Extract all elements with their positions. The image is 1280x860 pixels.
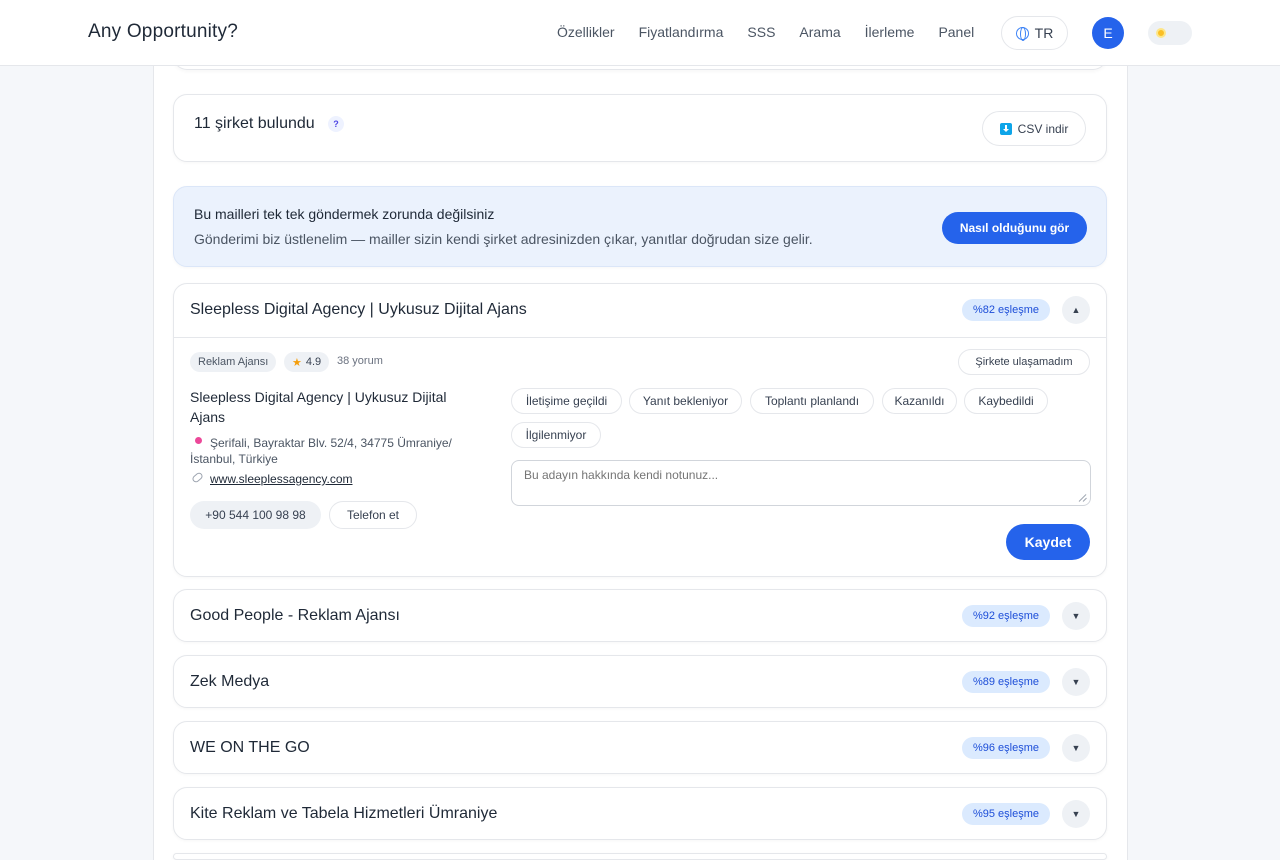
chevron-down-icon[interactable]: ▼ <box>1062 800 1090 828</box>
status-contacted[interactable]: İletişime geçildi <box>511 388 622 414</box>
globe-icon <box>1015 26 1029 41</box>
language-label: TR <box>1034 25 1054 41</box>
help-icon[interactable]: ? <box>328 116 344 132</box>
company-name: Good People - Reklam Ajansı <box>190 607 400 624</box>
company-card[interactable]: Good People - Reklam Ajansı %92 eşleşme … <box>173 589 1107 642</box>
promo-title: Bu mailleri tek tek göndermek zorunda de… <box>194 206 495 222</box>
save-button[interactable]: Kaydet <box>1006 524 1090 560</box>
status-meeting-scheduled[interactable]: Toplantı planlandı <box>750 388 874 414</box>
company-name: Kite Reklam ve Tabela Hizmetleri Ümraniy… <box>190 805 498 822</box>
divider <box>174 337 1106 338</box>
company-card-expanded: Sleepless Digital Agency | Uykusuz Dijit… <box>173 283 1107 577</box>
status-lost[interactable]: Kaybedildi <box>964 388 1048 414</box>
company-card[interactable]: WE ON THE GO %96 eşleşme ▼ <box>173 721 1107 774</box>
results-card: 11 şirket bulundu ? CSV indir <box>173 94 1107 162</box>
company-address: Şerifali, Bayraktar Blv. 52/4, 34775 Ümr… <box>190 436 452 466</box>
company-name: Sleepless Digital Agency | Uykusuz Dijit… <box>190 301 527 318</box>
status-not-interested[interactable]: İlgilenmiyor <box>511 422 601 448</box>
match-badge: %95 eşleşme <box>962 803 1050 825</box>
nav-features[interactable]: Özellikler <box>557 24 615 40</box>
unreachable-button[interactable]: Şirkete ulaşamadım <box>958 349 1090 375</box>
match-badge: %82 eşleşme <box>962 299 1050 321</box>
status-awaiting-reply[interactable]: Yanıt bekleniyor <box>629 388 742 414</box>
user-avatar[interactable]: E <box>1092 17 1124 49</box>
resize-handle-icon[interactable] <box>1079 493 1088 502</box>
notes-input[interactable] <box>511 460 1091 506</box>
rating-value: 4.9 <box>305 356 322 368</box>
sun-icon <box>1156 28 1166 38</box>
company-card-partial[interactable] <box>173 853 1107 860</box>
brand-logo[interactable]: Any Opportunity? <box>88 21 238 43</box>
company-website-link[interactable]: www.sleeplessagency.com <box>210 472 353 486</box>
top-navbar: Any Opportunity? Özellikler Fiyatlandırm… <box>0 0 1280 66</box>
nav-progress[interactable]: İlerleme <box>865 24 915 40</box>
main-nav: Özellikler Fiyatlandırma SSS Arama İlerl… <box>557 24 998 40</box>
csv-download-label: CSV indir <box>1017 121 1069 136</box>
company-name: Zek Medya <box>190 673 270 690</box>
nav-pricing[interactable]: Fiyatlandırma <box>639 24 724 40</box>
company-card-header[interactable]: Sleepless Digital Agency | Uykusuz Dijit… <box>174 284 1106 336</box>
review-count: 38 yorum <box>337 355 383 367</box>
call-button[interactable]: Telefon et <box>329 501 417 529</box>
language-button[interactable]: TR <box>1001 16 1068 50</box>
match-badge: %92 eşleşme <box>962 605 1050 627</box>
match-badge: %89 eşleşme <box>962 671 1050 693</box>
chevron-up-icon[interactable]: ▲ <box>1062 296 1090 324</box>
company-card[interactable]: Kite Reklam ve Tabela Hizmetleri Ümraniy… <box>173 787 1107 840</box>
link-icon <box>191 471 204 484</box>
nav-panel[interactable]: Panel <box>938 24 974 40</box>
promo-subtitle: Gönderimi biz üstlenelim — mailler sizin… <box>194 231 813 247</box>
match-badge: %96 eşleşme <box>962 737 1050 759</box>
results-count: 11 şirket bulundu <box>194 115 315 132</box>
promo-banner: Bu mailleri tek tek göndermek zorunda de… <box>173 186 1107 267</box>
company-card[interactable]: Zek Medya %89 eşleşme ▼ <box>173 655 1107 708</box>
chevron-down-icon[interactable]: ▼ <box>1062 734 1090 762</box>
see-how-button[interactable]: Nasıl olduğunu gör <box>942 212 1087 244</box>
nav-search[interactable]: Arama <box>799 24 840 40</box>
category-tag: Reklam Ajansı <box>190 352 277 372</box>
rating-badge: ★ 4.9 <box>284 352 330 372</box>
chevron-down-icon[interactable]: ▼ <box>1062 668 1090 696</box>
download-icon <box>999 122 1012 135</box>
chevron-down-icon[interactable]: ▼ <box>1062 602 1090 630</box>
csv-download-button[interactable]: CSV indir <box>982 111 1086 146</box>
theme-toggle[interactable] <box>1148 21 1192 45</box>
company-detail-name: Sleepless Digital Agency | Uykusuz Dijit… <box>190 389 447 425</box>
star-icon: ★ <box>292 356 302 369</box>
nav-faq[interactable]: SSS <box>747 24 775 40</box>
status-won[interactable]: Kazanıldı <box>882 388 957 414</box>
company-name: WE ON THE GO <box>190 739 310 756</box>
phone-number[interactable]: +90 544 100 98 98 <box>190 501 321 529</box>
